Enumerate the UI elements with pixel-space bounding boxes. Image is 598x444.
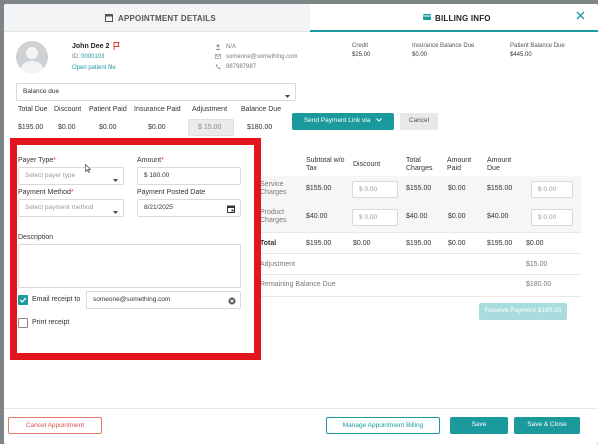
manage-appointment-billing-label: Manage Appointment Billing	[342, 422, 424, 429]
manage-appointment-billing-button[interactable]: Manage Appointment Billing	[326, 417, 440, 434]
adjustment-label: Adjustment	[260, 261, 296, 268]
billing-modal: APPOINTMENT DETAILS BILLING INFO John De…	[4, 4, 598, 444]
col-header-amount-due: Amount Due	[487, 157, 512, 172]
cancel-appointment-label: Cancel Appointment	[25, 422, 85, 429]
total-due: $195.00	[487, 240, 513, 247]
row-label-total: Total	[260, 240, 277, 247]
save-button[interactable]: Save	[450, 417, 508, 434]
service-total: $155.00	[406, 185, 432, 192]
product-discount-value: $ 0.00	[359, 214, 378, 221]
save-and-close-button[interactable]: Save & Close	[514, 417, 580, 434]
product-pay-value: $ 0.00	[538, 214, 557, 221]
product-total: $40.00	[406, 213, 428, 220]
row-label-product-charges: Product Charges	[260, 209, 287, 224]
col-header-amount-paid: Amount Paid	[447, 157, 472, 172]
service-discount-value: $ 0.00	[359, 186, 378, 193]
col-header-total-charges: Total Charges	[406, 157, 433, 172]
col-header-discount: Discount	[353, 161, 381, 168]
receive-payment-button[interactable]: Receive Payment $180.00	[479, 303, 567, 320]
service-pay-value: $ 0.00	[538, 186, 557, 193]
col-header-subtotal: Subtotal w/o Tax	[306, 157, 345, 172]
service-paid: $0.00	[448, 185, 466, 192]
product-due: $40.00	[487, 213, 509, 220]
receive-payment-label: Receive Payment $180.00	[484, 307, 562, 314]
product-subtotal: $40.00	[306, 213, 328, 220]
product-discount-input[interactable]: $ 0.00	[352, 209, 398, 226]
total-paid: $0.00	[448, 240, 466, 247]
product-paid: $0.00	[448, 213, 466, 220]
total-pay: $0.00	[526, 240, 544, 247]
adjustment-value: $15.00	[526, 261, 548, 268]
service-pay-input[interactable]: $ 0.00	[531, 181, 573, 198]
row-label-service-charges: Service Charges	[260, 181, 287, 196]
cancel-appointment-button[interactable]: Cancel Appointment	[8, 417, 102, 434]
total-charges: $195.00	[406, 240, 432, 247]
remaining-balance-label: Remaining Balance Due	[260, 281, 336, 288]
remaining-balance-value: $180.00	[526, 281, 552, 288]
total-subtotal: $195.00	[306, 240, 332, 247]
product-pay-input[interactable]: $ 0.00	[531, 209, 573, 226]
highlight-annotation	[10, 138, 261, 360]
save-and-close-label: Save & Close	[527, 421, 567, 428]
service-subtotal: $155.00	[306, 185, 332, 192]
service-discount-input[interactable]: $ 0.00	[352, 181, 398, 198]
service-due: $155.00	[487, 185, 513, 192]
total-discount: $0.00	[353, 240, 371, 247]
save-label: Save	[471, 421, 487, 428]
